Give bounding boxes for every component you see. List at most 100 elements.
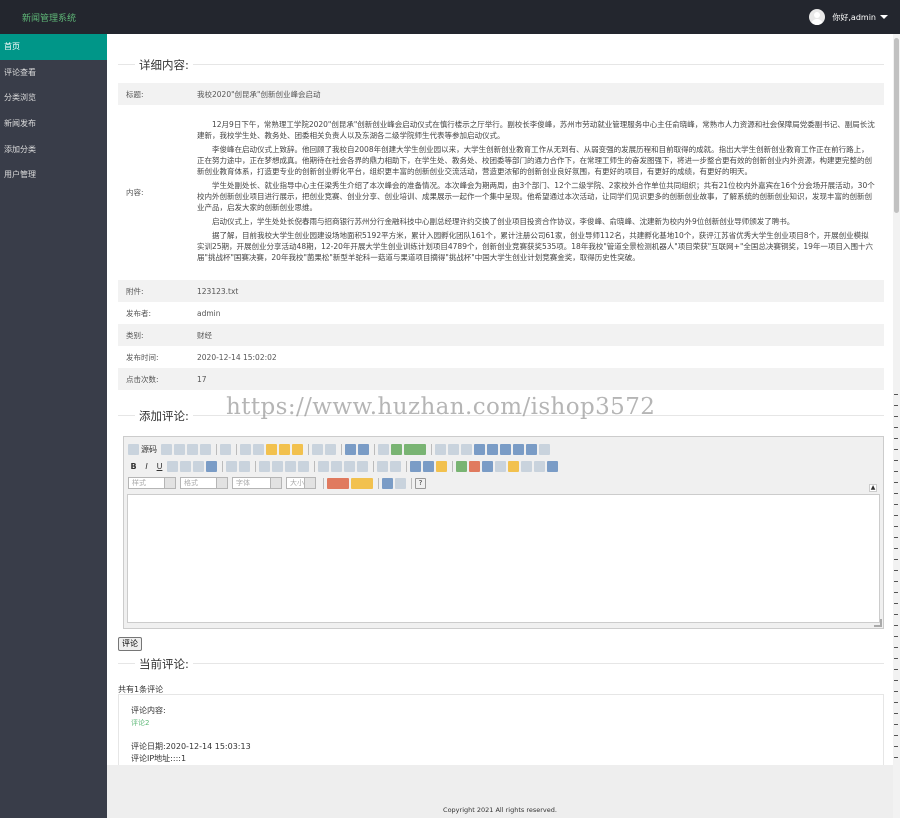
user-avatar-icon [809,9,826,25]
detail-section: 详细内容: [118,57,884,73]
select-field-icon[interactable] [500,443,511,455]
smiley-icon[interactable] [508,460,519,472]
page-scrollbar-thumb[interactable] [894,38,899,213]
numbered-list-icon[interactable] [226,460,237,472]
add-comment-legend: 添加评论: [135,408,193,424]
italic-button[interactable]: I [141,461,152,472]
form-icon[interactable] [435,443,446,455]
superscript-icon[interactable] [193,460,204,472]
print-icon[interactable] [200,443,211,455]
unlink-icon[interactable] [423,460,434,472]
help-button[interactable]: ? [415,477,426,489]
rich-text-editor: 源码 B I U 样式 格式 字体 大小 ? ▲ [123,436,884,629]
align-justify-icon[interactable] [357,460,368,472]
maximize-icon[interactable] [382,477,393,489]
horizontal-rule-icon[interactable] [495,460,506,472]
paste-icon[interactable] [266,443,277,455]
anchor-icon[interactable] [436,460,447,472]
cut-icon[interactable] [240,443,251,455]
user-menu[interactable]: 你好,admin [809,9,888,25]
indent-icon[interactable] [272,460,283,472]
toolbar-separator [378,477,379,489]
rtl-icon[interactable] [390,460,401,472]
sidebar-item-comments[interactable]: 评论查看 [0,60,107,86]
textarea-icon[interactable] [487,443,498,455]
align-right-icon[interactable] [344,460,355,472]
templates-icon[interactable] [220,443,231,455]
submit-comment-button[interactable]: 评论 [118,637,142,651]
align-left-icon[interactable] [318,460,329,472]
new-page-icon[interactable] [174,443,185,455]
comments-section: 当前评论: [118,656,884,672]
select-all-icon[interactable] [378,443,389,455]
comment-date: 评论日期:2020-12-14 15:03:13 [131,742,251,751]
comment-ip: 评论IP地址::::1 [131,754,187,763]
special-char-icon[interactable] [521,460,532,472]
table-row: 附件: 123123.txt [118,280,884,302]
replace-icon[interactable] [358,443,369,455]
page-break-icon[interactable] [534,460,545,472]
toolbar-separator [406,460,407,472]
sidebar-item-home[interactable]: 首页 [0,34,107,60]
flash-icon[interactable] [469,460,480,472]
click-count-label: 点击次数: [126,374,159,384]
image-button-icon[interactable] [526,443,537,455]
text-field-icon[interactable] [474,443,485,455]
format-select[interactable]: 格式 [180,477,228,489]
background-color-icon[interactable] [351,477,373,489]
toolbar-separator [323,477,324,489]
text-color-icon[interactable] [327,477,349,489]
copy-icon[interactable] [253,443,264,455]
checkbox-icon[interactable] [448,443,459,455]
outdent-icon[interactable] [259,460,270,472]
source-button[interactable]: 源码 [141,444,157,455]
publish-time-label: 发布时间: [126,352,159,362]
table-icon[interactable] [482,460,493,472]
sidebar-item-user-management[interactable]: 用户管理 [0,162,107,188]
iframe-icon[interactable] [547,460,558,472]
subscript-icon[interactable] [180,460,191,472]
article-paragraph: 李俊峰在启动仪式上致辞。他回顾了我校自2008年创建大学生创业园以来，大学生创新… [197,144,872,177]
comment-editor-input[interactable] [127,494,880,623]
source-icon[interactable] [128,443,139,455]
bold-button[interactable]: B [128,461,139,472]
button-field-icon[interactable] [513,443,524,455]
toolbar-separator [341,443,342,455]
sidebar-item-publish-news[interactable]: 新闻发布 [0,111,107,137]
remove-format-icon[interactable] [206,460,217,472]
align-center-icon[interactable] [331,460,342,472]
underline-button[interactable]: U [154,461,165,472]
sidebar: 首页 评论查看 分类浏览 新闻发布 添加分类 用户管理 [0,34,107,818]
table-row: 标题: 我校2020"创昆承"创新创业峰会启动 [118,83,884,105]
comment-content: 评论2 [131,719,150,727]
paste-text-icon[interactable] [279,443,290,455]
radio-icon[interactable] [461,443,472,455]
sidebar-item-add-category[interactable]: 添加分类 [0,137,107,163]
show-blocks-icon[interactable] [395,477,406,489]
resize-handle-icon[interactable] [874,619,882,627]
preview-icon[interactable] [187,443,198,455]
style-select[interactable]: 样式 [128,477,176,489]
toolbar-separator [374,443,375,455]
spellcheck-icon[interactable] [391,443,402,455]
redo-icon[interactable] [325,443,336,455]
save-icon[interactable] [161,443,172,455]
bulleted-list-icon[interactable] [239,460,250,472]
table-row: 内容: 12月9日下午，常熟理工学院2020"创昆承"创新创业峰会启动仪式在慎行… [118,105,884,280]
strikethrough-icon[interactable] [167,460,178,472]
spellcheck-dropdown-icon[interactable] [404,443,426,455]
toolbar-collapse-icon[interactable]: ▲ [869,484,877,492]
font-select[interactable]: 字体 [232,477,282,489]
undo-icon[interactable] [312,443,323,455]
hidden-field-icon[interactable] [539,443,550,455]
div-container-icon[interactable] [298,460,309,472]
image-icon[interactable] [456,460,467,472]
ltr-icon[interactable] [377,460,388,472]
main-content: 详细内容: 标题: 我校2020"创昆承"创新创业峰会启动 内容: 12月9日下… [107,34,893,818]
link-icon[interactable] [410,460,421,472]
paste-word-icon[interactable] [292,443,303,455]
find-icon[interactable] [345,443,356,455]
size-select[interactable]: 大小 [286,477,316,489]
blockquote-icon[interactable] [285,460,296,472]
sidebar-item-categories[interactable]: 分类浏览 [0,85,107,111]
